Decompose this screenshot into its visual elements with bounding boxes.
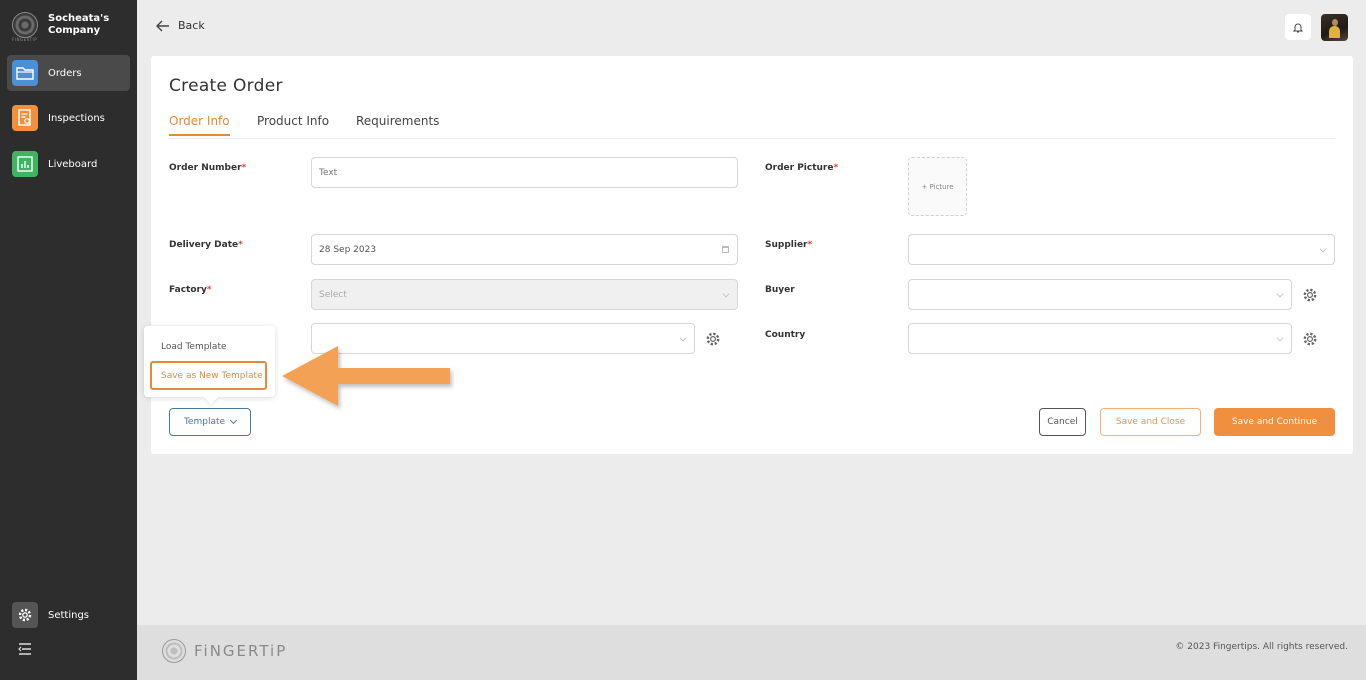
add-picture-button[interactable]: + Picture [908,157,967,216]
sidebar-item-label: Inspections [48,112,105,124]
company-logo [12,12,38,38]
template-menu: Load Template Save as New Template [144,326,275,405]
save-and-close-button[interactable]: Save and Close [1100,408,1201,436]
sidebar-item-settings[interactable]: Settings [7,597,130,633]
tab-bar: Order Info Product Info Requirements [169,114,1335,139]
buyer-label: Buyer [765,285,795,295]
notification-button[interactable] [1285,14,1311,40]
sidebar-item-liveboard[interactable]: Liveboard [7,146,130,182]
annotation-arrow-icon [282,346,450,406]
buyer-settings-gear-icon[interactable] [1302,287,1318,303]
chevron-down-icon [722,290,730,298]
calendar-icon[interactable] [722,246,729,253]
sidebar-item-label: Settings [48,609,90,621]
back-label: Back [178,19,205,32]
chart-icon [12,151,38,177]
company-header[interactable]: FINGERTIP Socheata's Company [12,12,118,42]
order-number-input[interactable] [311,157,738,188]
chevron-down-icon [1319,245,1327,253]
bell-icon [1293,23,1303,32]
template-button[interactable]: Template [169,408,251,436]
delivery-date-label: Delivery Date* [169,240,243,250]
buyer-select[interactable] [908,279,1292,310]
chevron-down-icon [229,416,238,425]
cancel-button[interactable]: Cancel [1039,408,1086,436]
order-number-label: Order Number* [169,163,247,173]
sidebar-item-label: Orders [48,67,82,79]
tab-requirements[interactable]: Requirements [356,114,439,134]
country-label: Country [765,330,806,340]
delivery-date-value: 28 Sep 2023 [319,244,377,255]
factory-select[interactable]: Select [311,279,738,310]
company-logo-text: FINGERTIP [12,37,38,42]
delivery-date-input[interactable]: 28 Sep 2023 [311,234,738,265]
avatar[interactable] [1321,14,1348,41]
chevron-down-icon [1276,290,1284,298]
factory-placeholder: Select [319,289,347,300]
chevron-down-icon [679,334,687,342]
chevron-down-icon [1276,334,1284,342]
country-select[interactable] [908,323,1292,354]
field-settings-gear-icon[interactable] [705,331,721,347]
country-settings-gear-icon[interactable] [1302,331,1318,347]
company-name: Socheata's Company [48,13,110,36]
inspection-icon [12,105,38,131]
factory-label: Factory* [169,285,212,295]
copyright-text: © 2023 Fingertips. All rights reserved. [1175,642,1348,652]
sidebar-item-inspections[interactable]: Inspections [7,100,130,136]
fingerprint-logo-icon [162,639,186,663]
tab-product-info[interactable]: Product Info [257,114,329,134]
tab-order-info[interactable]: Order Info [169,114,230,136]
footer-brand: FiNGERTiP [162,639,287,663]
menu-collapse-icon[interactable] [17,641,33,657]
save-and-continue-button[interactable]: Save and Continue [1214,408,1335,436]
save-as-new-template-option[interactable]: Save as New Template [150,361,267,390]
back-button[interactable]: Back [156,19,205,32]
arrow-left-icon [156,20,169,31]
page-title: Create Order [169,76,283,96]
gear-icon [12,602,38,628]
sidebar-item-orders[interactable]: Orders [7,55,130,91]
footer: FiNGERTiP © 2023 Fingertips. All rights … [137,625,1366,680]
sidebar: FINGERTIP Socheata's Company Orders Insp… [0,0,137,680]
order-picture-label: Order Picture* [765,163,839,173]
template-label: Template [183,417,226,427]
supplier-label: Supplier* [765,240,813,250]
sidebar-item-label: Liveboard [48,158,98,170]
brand-name: FiNGERTiP [194,642,288,660]
folder-icon [12,60,38,86]
load-template-option[interactable]: Load Template [161,342,227,352]
supplier-select[interactable] [908,234,1335,265]
